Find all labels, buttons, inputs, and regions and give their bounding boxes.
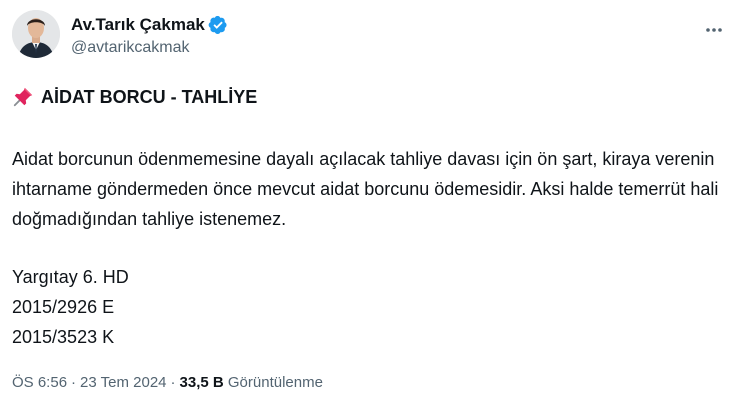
tweet-header: Av.Tarık Çakmak @avtarikcakmak: [12, 10, 736, 64]
post-references: Yargıtay 6. HD 2015/2926 E 2015/3523 K: [12, 262, 129, 352]
avatar[interactable]: [12, 10, 60, 58]
author-handle[interactable]: @avtarikcakmak: [71, 38, 228, 58]
tweet-card: Av.Tarık Çakmak @avtarikcakmak AİDAT BOR…: [0, 0, 748, 417]
avatar-image: [12, 10, 60, 58]
verified-badge-icon[interactable]: [208, 15, 228, 35]
post-title: AİDAT BORCU - TAHLİYE: [12, 84, 257, 110]
post-meta: ÖS 6:56 · 23 Tem 2024 · 33,5 B Görüntülenme: [12, 373, 323, 393]
post-body: Aidat borcunun ödenmemesine dayalı açıla…: [12, 144, 732, 234]
display-name-row: Av.Tarık Çakmak: [71, 14, 228, 36]
meta-separator: ·: [170, 374, 176, 391]
reference-line: Yargıtay 6. HD: [12, 267, 129, 287]
views-label: Görüntülenme: [227, 374, 323, 391]
post-date[interactable]: 23 Tem 2024: [80, 374, 166, 391]
display-name[interactable]: Av.Tarık Çakmak: [71, 14, 205, 36]
more-dots-icon: [706, 28, 722, 32]
pushpin-icon: [12, 86, 34, 108]
author-names: Av.Tarık Çakmak @avtarikcakmak: [71, 14, 228, 58]
meta-separator: ·: [71, 374, 77, 391]
post-body-text: Aidat borcunun ödenmemesine dayalı açıla…: [12, 149, 719, 229]
more-options-button[interactable]: [700, 18, 728, 42]
reference-line: 2015/3523 K: [12, 327, 115, 347]
post-title-text: AİDAT BORCU - TAHLİYE: [41, 87, 258, 107]
post-time[interactable]: ÖS 6:56: [12, 374, 67, 391]
views-count: 33,5 B: [179, 374, 224, 391]
reference-line: 2015/2926 E: [12, 297, 115, 317]
